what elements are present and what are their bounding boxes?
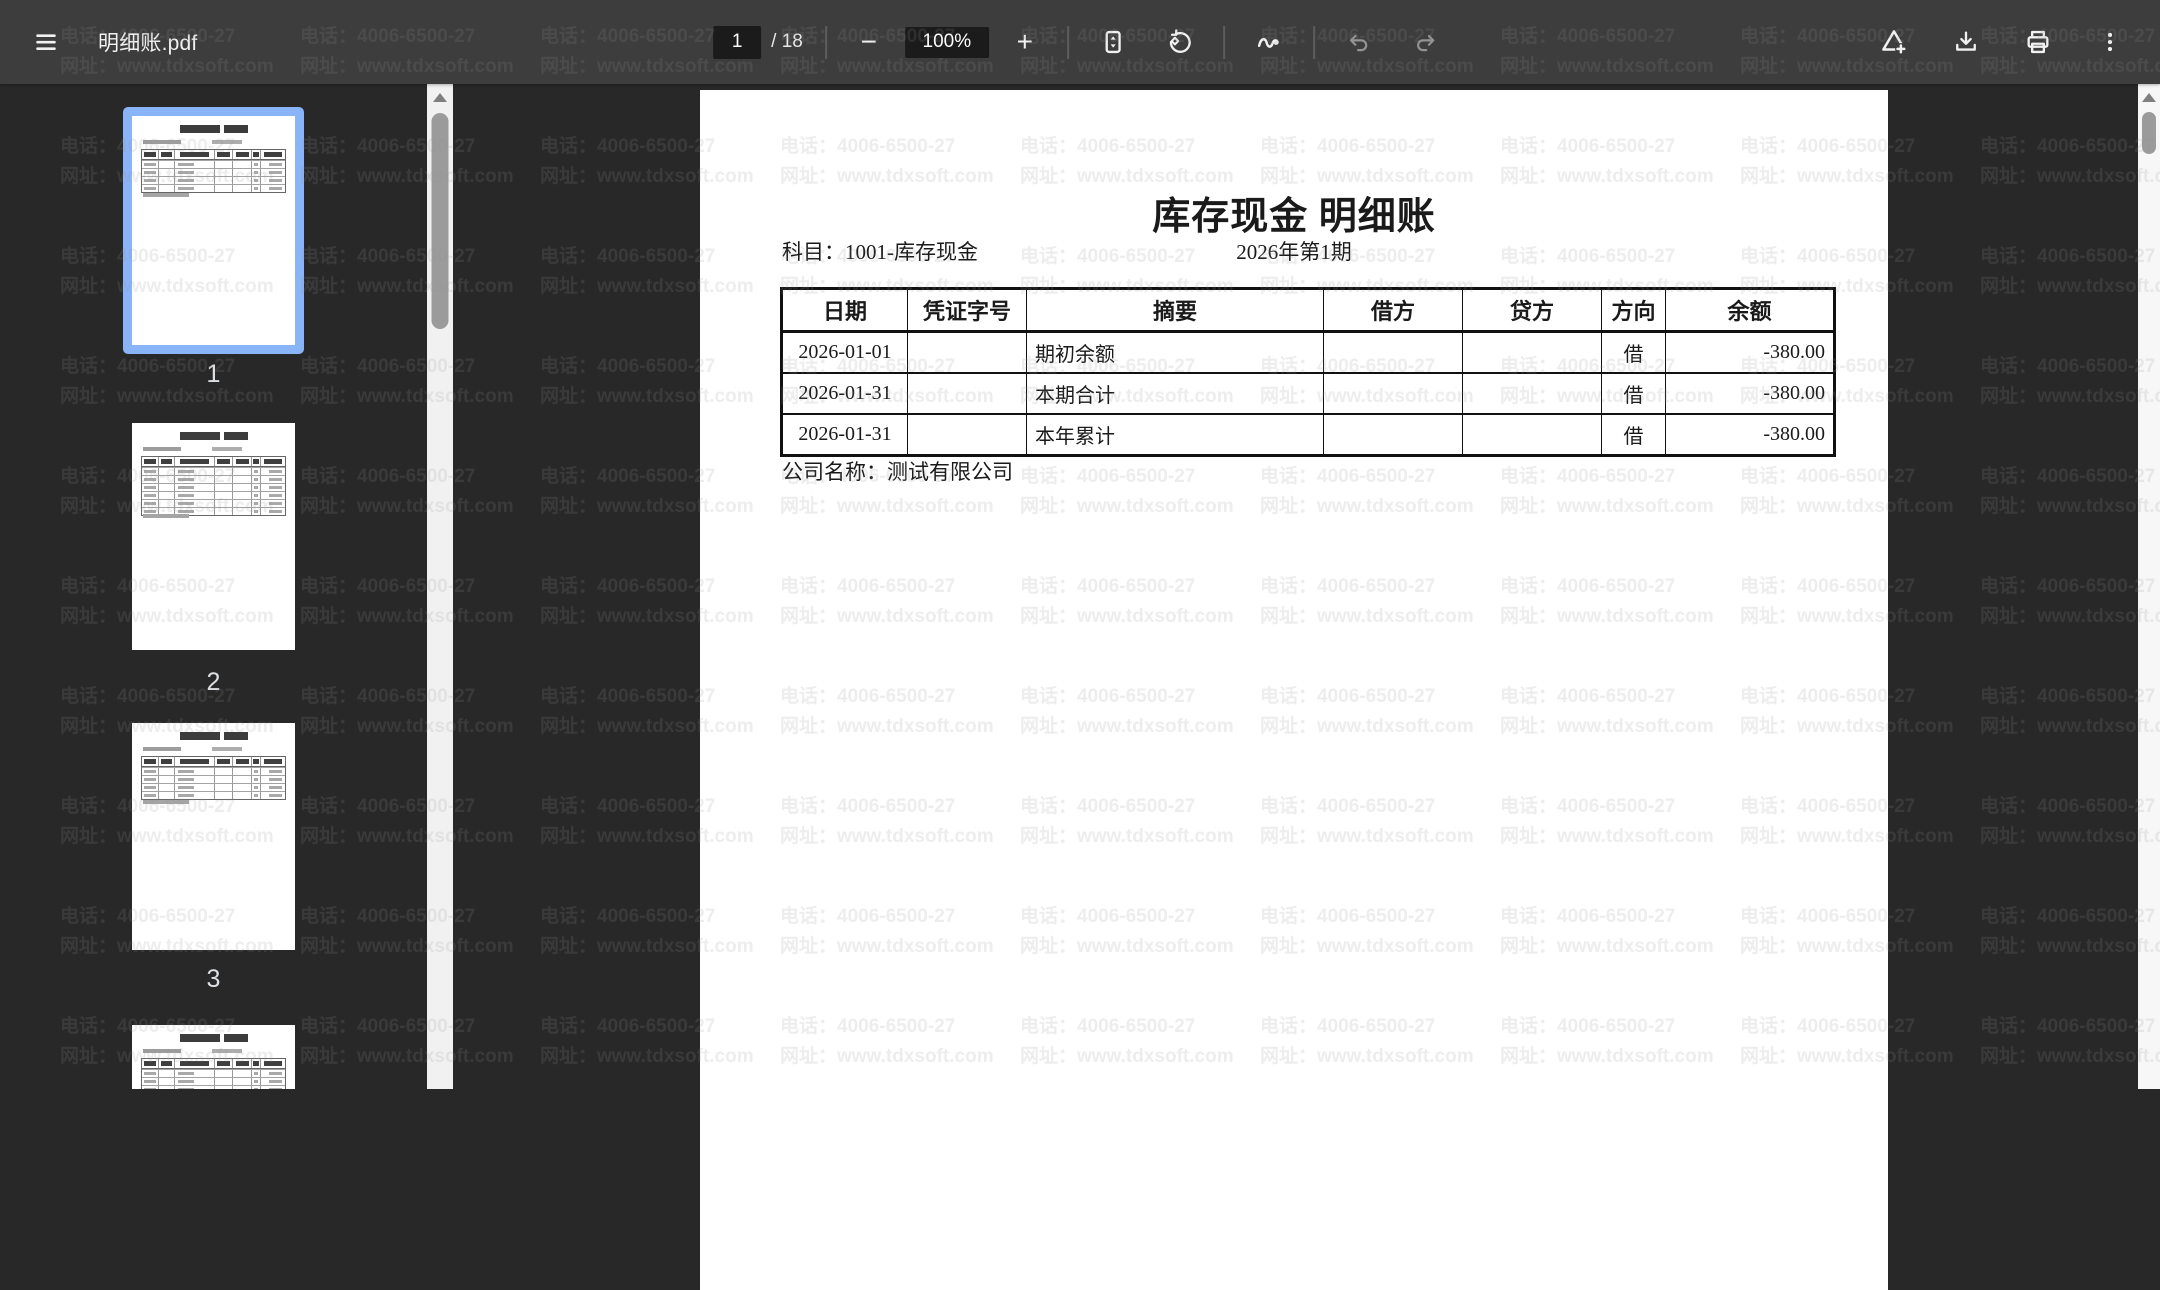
watermark-text: 电话：4006-6500-27网址：www.tdxsoft.com [1980, 1016, 2160, 1067]
ledger-col-header: 摘要 [1026, 288, 1324, 333]
ledger-cell: 期初余额 [1026, 330, 1324, 374]
pdf-viewer-window: { "toolbar": { "title": "明细账.pdf", "page… [0, 0, 2160, 1290]
main-scrollbar-thumb[interactable] [2142, 112, 2156, 154]
document-filename: 明细账.pdf [98, 32, 198, 55]
rotate-ccw-icon[interactable] [1157, 20, 1201, 64]
ledger-col-header: 方向 [1601, 288, 1666, 333]
page-thumbnail-2[interactable] [132, 423, 295, 650]
ledger-col-header: 余额 [1665, 288, 1835, 333]
redo-icon[interactable] [1403, 20, 1447, 64]
ledger-cell [1323, 330, 1463, 374]
watermark-text: 电话：4006-6500-27网址：www.tdxsoft.com [1980, 136, 2160, 187]
ledger-cell: 2026-01-01 [781, 330, 908, 374]
annotate-icon[interactable] [1247, 20, 1291, 64]
toolbar-center-group: / 18 − 100% + [713, 0, 1447, 84]
watermark-text: 电话：4006-6500-27网址：www.tdxsoft.com [1980, 246, 2160, 297]
watermark-text: 电话：4006-6500-27网址：www.tdxsoft.com [1980, 576, 2160, 627]
scroll-up-arrow-icon[interactable] [2142, 93, 2156, 102]
page-thumbnail-4[interactable] [132, 1025, 295, 1089]
ledger-cell: 2026-01-31 [781, 372, 908, 415]
zoom-in-button[interactable]: + [1005, 22, 1045, 62]
ledger-row: 2026-01-31 本期合计 借 -380.00 [781, 372, 1835, 415]
ledger-col-header: 借方 [1323, 288, 1463, 333]
ledger-cell [907, 372, 1027, 415]
page-count-label: / 18 [771, 31, 803, 52]
menu-icon[interactable] [24, 20, 68, 64]
more-vert-icon[interactable] [2088, 20, 2132, 64]
page-thumbnail-3[interactable] [132, 723, 295, 950]
pdf-page: 库存现金 明细账 科目：1001-库存现金 2026年第1期 日期 凭证字号 摘要借… [700, 90, 1888, 1290]
ledger-col-header: 凭证字号 [907, 288, 1027, 333]
ledger-col-header: 贷方 [1462, 288, 1602, 333]
thumbnail-page-preview [132, 116, 295, 345]
toolbar-right-group [1872, 0, 2132, 84]
undo-icon[interactable] [1337, 20, 1381, 64]
print-icon[interactable] [2016, 20, 2060, 64]
ledger-col-header: 日期 [781, 288, 908, 333]
watermark-text: 电话：4006-6500-27网址：www.tdxsoft.com [1980, 906, 2160, 957]
watermark-text: 电话：4006-6500-27网址：www.tdxsoft.com [1980, 686, 2160, 737]
ledger-title: 库存现金 明细账 [1152, 196, 1436, 239]
toolbar-divider [1066, 25, 1069, 59]
ledger-table-header: 日期 凭证字号 摘要 借方 贷方 方向 余额 [781, 288, 1835, 333]
ledger-table: 日期 凭证字号 摘要 借方 贷方 方向 余额 2026-01-01 期初余额借 -380.00 2… [780, 287, 1836, 457]
company-label: 公司名称：测试有限公司 [782, 460, 1013, 484]
sidebar-scrollbar-thumb[interactable] [431, 113, 449, 329]
watermark-text: 电话：4006-6500-27网址：www.tdxsoft.com [1980, 356, 2160, 407]
ledger-row: 2026-01-31 本年累计 借 -380.00 [781, 413, 1835, 456]
ledger-cell: -380.00 [1665, 372, 1835, 415]
sidebar-scrollbar[interactable] [427, 84, 453, 1089]
save-to-drive-icon[interactable] [1872, 20, 1916, 64]
ledger-cell [1462, 330, 1602, 374]
ledger-cell [1462, 413, 1602, 456]
page-thumbnail-1[interactable] [123, 107, 304, 354]
page-number-input[interactable] [713, 25, 762, 59]
toolbar-divider [824, 25, 827, 59]
period-label: 2026年第1期 [1236, 240, 1352, 264]
ledger-cell: 2026-01-31 [781, 413, 908, 456]
ledger-cell: -380.00 [1665, 330, 1835, 374]
toolbar-divider [1312, 25, 1315, 59]
thumbnail-sidebar: 1 2 3 [0, 84, 427, 1089]
thumbnail-page-number: 2 [206, 668, 221, 696]
thumbnail-page-number: 3 [206, 965, 221, 993]
ledger-cell [907, 413, 1027, 456]
ledger-cell: 本年累计 [1026, 413, 1324, 456]
ledger-cell [1462, 372, 1602, 415]
ledger-cell: 借 [1601, 413, 1666, 456]
watermark-text: 电话：4006-6500-27网址：www.tdxsoft.com [1980, 466, 2160, 517]
pdf-toolbar: 明细账.pdf / 18 − 100% + [0, 0, 2160, 84]
zoom-out-button[interactable]: − [849, 22, 889, 62]
ledger-cell [1323, 372, 1463, 415]
toolbar-divider [1222, 25, 1225, 59]
thumbnail-page-number: 1 [206, 360, 221, 388]
scroll-up-arrow-icon[interactable] [433, 93, 447, 102]
main-scrollbar[interactable] [2138, 84, 2160, 1089]
ledger-cell [907, 330, 1027, 374]
ledger-cell [1323, 413, 1463, 456]
fit-to-page-icon[interactable] [1091, 20, 1135, 64]
ledger-cell: 借 [1601, 330, 1666, 374]
download-icon[interactable] [1944, 20, 1988, 64]
watermark-text: 电话：4006-6500-27网址：www.tdxsoft.com [1980, 796, 2160, 847]
ledger-cell: 本期合计 [1026, 372, 1324, 415]
ledger-row: 2026-01-01 期初余额 借 -380.00 [781, 330, 1835, 374]
toolbar-left-group: 明细账.pdf [24, 0, 197, 84]
zoom-level-display[interactable]: 100% [904, 26, 989, 58]
ledger-cell: -380.00 [1665, 413, 1835, 456]
ledger-cell: 借 [1601, 372, 1666, 415]
